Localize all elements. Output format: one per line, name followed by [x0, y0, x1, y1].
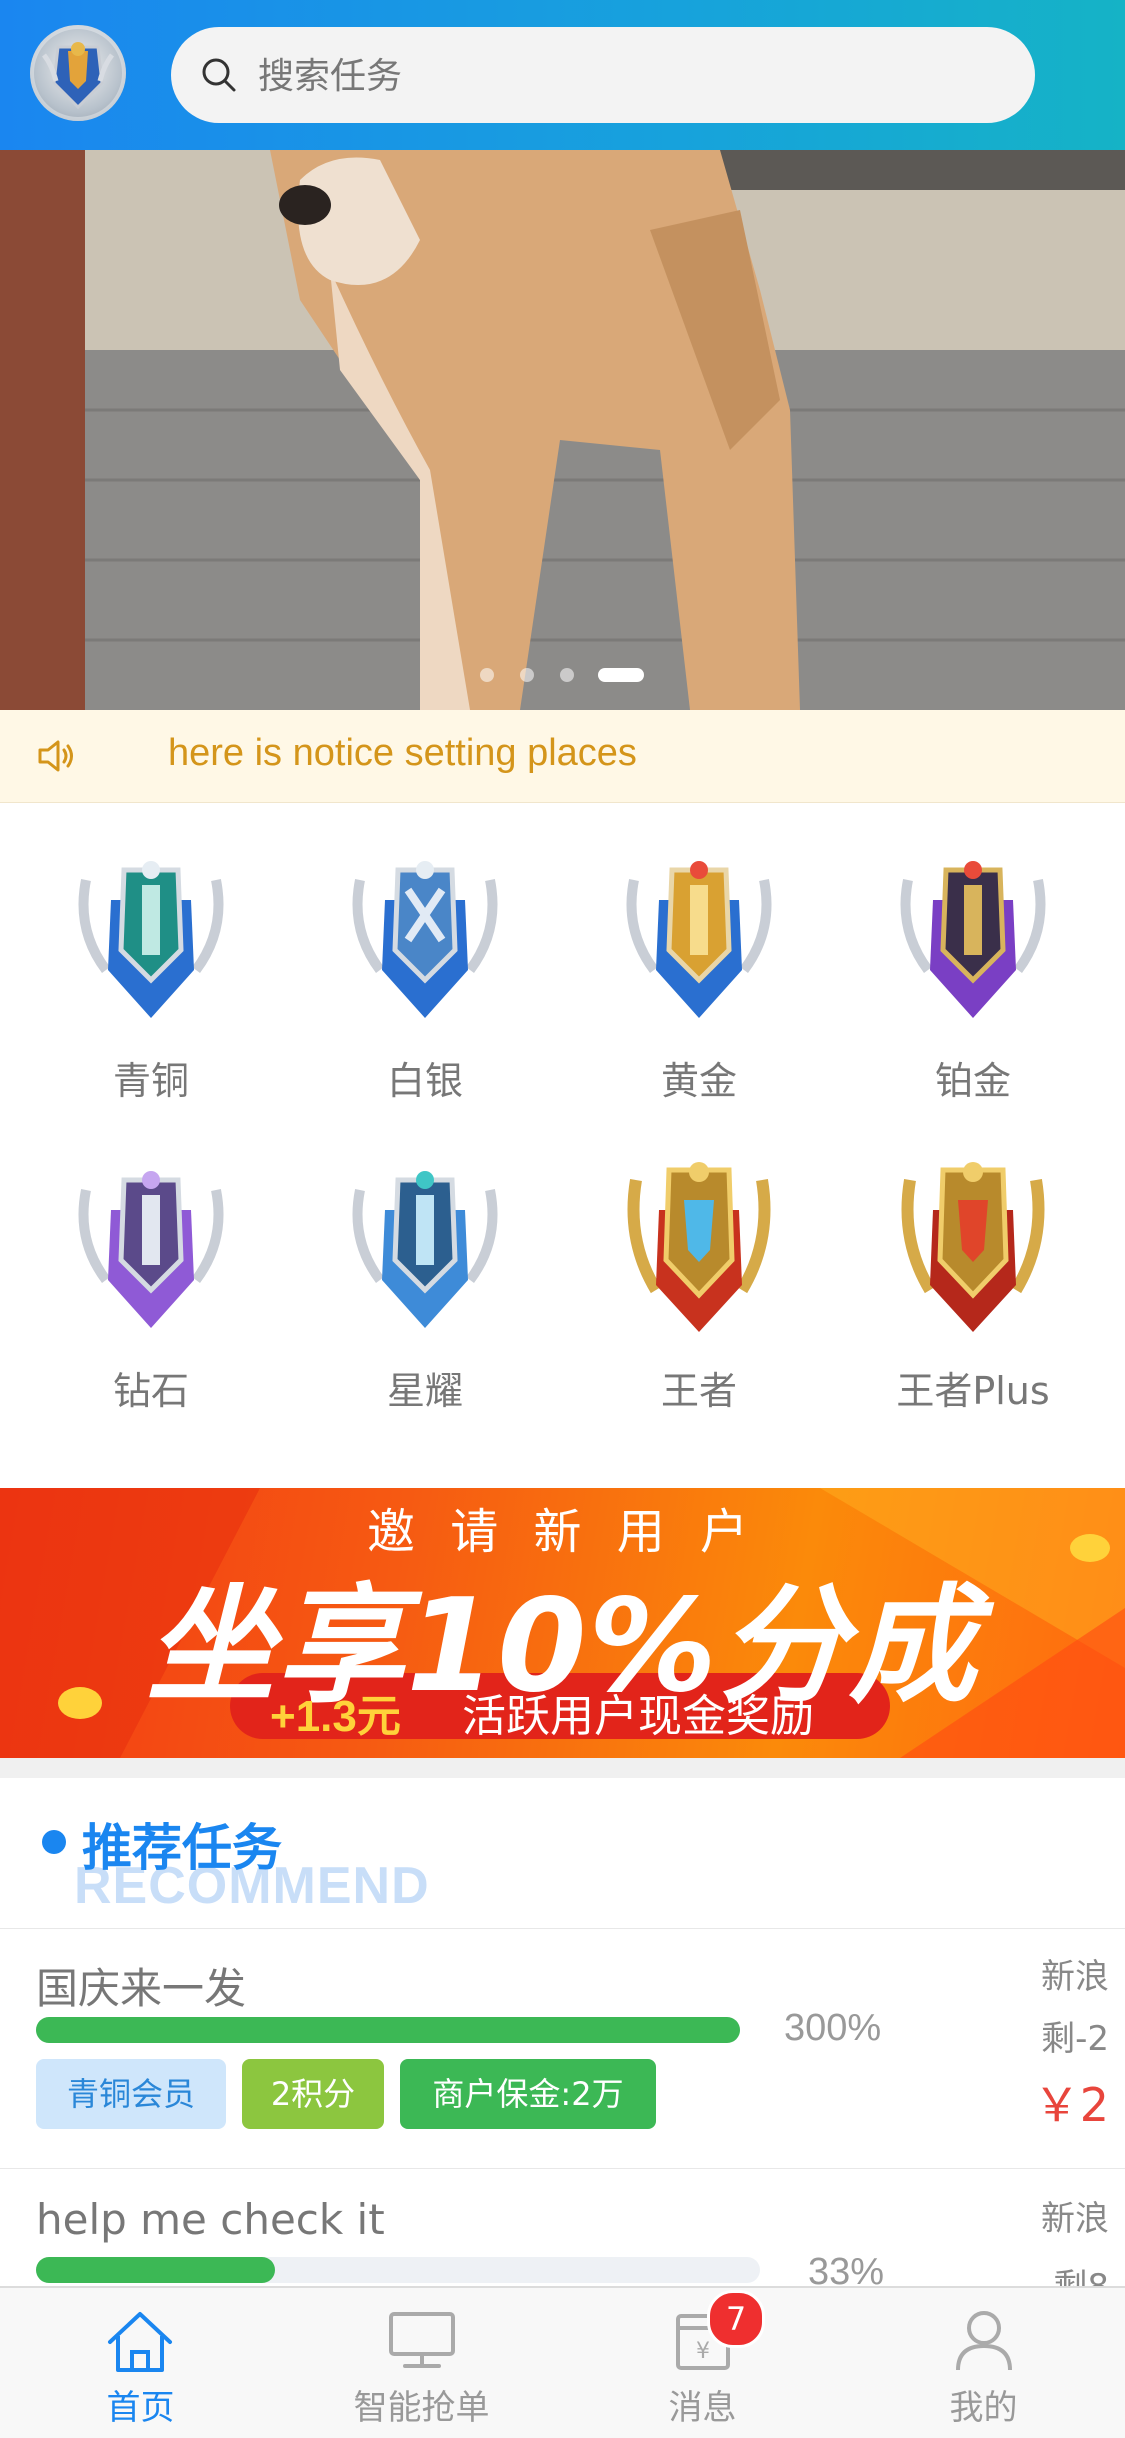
- carousel-dot[interactable]: [560, 668, 574, 682]
- task-progress-fill: [36, 2017, 740, 2043]
- home-icon: [108, 2312, 172, 2372]
- tab-messages[interactable]: ¥ 7 消息: [562, 2288, 843, 2438]
- tab-label: 我的: [949, 2388, 1018, 2428]
- task-remaining: 剩8: [1053, 2259, 1109, 2286]
- platinum-rank-icon: [900, 861, 1046, 1018]
- tab-mine[interactable]: 我的: [843, 2288, 1124, 2438]
- tab-smart-grab[interactable]: 智能抢单: [281, 2288, 562, 2438]
- rank-item-baiyin[interactable]: 白银: [288, 840, 562, 1120]
- rank-emblem-avatar-icon: [42, 42, 114, 110]
- carousel-dots: [480, 665, 650, 685]
- tab-home[interactable]: 首页: [0, 2288, 281, 2438]
- task-card[interactable]: help me check it 33% 新浪 剩8: [0, 2169, 1125, 2286]
- diamond-rank-icon: [78, 1171, 224, 1328]
- search-input[interactable]: [256, 27, 1000, 125]
- task-tag-member: 青铜会员: [36, 2059, 226, 2129]
- task-title: 国庆来一发: [36, 1964, 247, 2013]
- tab-label: 消息: [668, 2388, 737, 2428]
- gold-rank-icon: [626, 861, 772, 1018]
- user-icon: [956, 2311, 1012, 2371]
- tab-label: 智能抢单: [353, 2388, 490, 2428]
- task-percent: 33%: [808, 2251, 885, 2286]
- task-title: help me check it: [36, 2195, 385, 2244]
- rank-item-huangjin[interactable]: 黄金: [562, 840, 836, 1120]
- promo-plus-amount: +1.3元: [270, 1692, 401, 1741]
- tab-label: 首页: [106, 2388, 175, 2428]
- task-card[interactable]: 国庆来一发 300% 新浪 剩-2 ￥2 青铜会员 2积分 商户保金:2万: [0, 1929, 1125, 2168]
- message-badge: 7: [707, 2290, 765, 2348]
- rank-label: 王者Plus: [896, 1369, 1050, 1413]
- rank-label: 青铜: [112, 1059, 189, 1103]
- search-bar[interactable]: [171, 27, 1035, 125]
- task-percent: 300%: [784, 2007, 882, 2049]
- task-progress-fill: [36, 2257, 275, 2283]
- task-price: ￥2: [1033, 2078, 1109, 2132]
- king-rank-icon: [627, 1162, 771, 1332]
- bronze-rank-icon: [78, 861, 224, 1018]
- starglory-rank-icon: [352, 1171, 498, 1328]
- carousel-dot-active[interactable]: [598, 668, 644, 682]
- rank-item-zuanshi[interactable]: 钻石: [14, 1150, 288, 1430]
- king-plus-rank-icon: [901, 1162, 1045, 1332]
- task-progress-bar: [36, 2017, 740, 2043]
- rank-item-wangzhe[interactable]: 王者: [562, 1150, 836, 1430]
- task-remaining: 剩-2: [1041, 2019, 1109, 2059]
- rank-item-xingyao[interactable]: 星耀: [288, 1150, 562, 1430]
- task-tag-deposit: 商户保金:2万: [400, 2059, 656, 2129]
- carousel-dot[interactable]: [480, 668, 494, 682]
- task-tag-points: 2积分: [242, 2059, 384, 2129]
- task-progress-bar: [36, 2257, 760, 2283]
- invite-promo-banner[interactable]: 邀 请 新 用 户 坐享10%分成 +1.3元 活跃用户现金奖励: [0, 1488, 1125, 1758]
- search-icon: [202, 58, 236, 92]
- rank-label: 星耀: [386, 1369, 463, 1413]
- section-separator: [0, 1758, 1125, 1778]
- recommend-title: 推荐任务: [82, 1819, 282, 1877]
- avatar[interactable]: [30, 25, 126, 121]
- rank-item-wangzhe-plus[interactable]: 王者Plus: [836, 1150, 1110, 1430]
- promo-line3: 活跃用户现金奖励: [462, 1691, 814, 1742]
- svg-text:¥: ¥: [696, 2339, 710, 2364]
- rank-label: 钻石: [112, 1369, 189, 1413]
- rank-grid: 青铜 白银 黄金 铂金 钻石 星耀 王者 王者Plus: [14, 840, 1114, 1460]
- carousel-banner[interactable]: [0, 150, 1125, 710]
- speaker-icon: [38, 740, 73, 772]
- rank-label: 王者: [660, 1369, 737, 1413]
- monitor-icon: [389, 2312, 455, 2368]
- shiba-dog-photo: [0, 150, 1125, 710]
- notice-bar[interactable]: here is notice setting places: [0, 710, 1125, 803]
- task-source: 新浪: [1041, 1957, 1109, 1997]
- carousel-dot[interactable]: [520, 668, 534, 682]
- silver-rank-icon: [352, 861, 498, 1018]
- rank-label: 黄金: [660, 1059, 737, 1103]
- bottom-tab-bar: 首页 智能抢单 ¥ 7 消息 我的: [0, 2286, 1125, 2438]
- top-header: [0, 0, 1125, 150]
- rank-item-bojin[interactable]: 铂金: [836, 840, 1110, 1120]
- notice-text: here is notice setting places: [168, 732, 637, 774]
- rank-label: 铂金: [934, 1059, 1011, 1103]
- rank-item-qingtong[interactable]: 青铜: [14, 840, 288, 1120]
- rank-label: 白银: [386, 1059, 463, 1103]
- recommend-dot: [42, 1830, 66, 1854]
- task-source: 新浪: [1041, 2199, 1109, 2239]
